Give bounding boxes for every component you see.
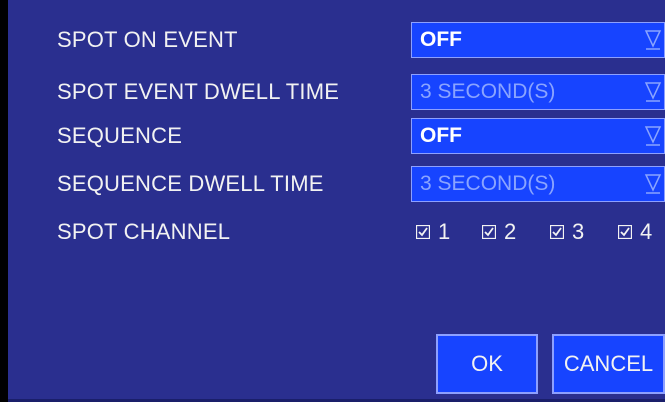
checkbox-checked-icon bbox=[550, 225, 564, 239]
channel-1-label: 1 bbox=[438, 219, 451, 244]
checkbox-checked-icon bbox=[618, 225, 632, 239]
spot-channel-label: SPOT CHANNEL bbox=[57, 219, 231, 244]
spot-event-dwell-time-label: SPOT EVENT DWELL TIME bbox=[57, 79, 340, 104]
dropdown-arrow-icon bbox=[644, 174, 662, 194]
channel-4-label: 4 bbox=[640, 219, 653, 244]
sequence-value: OFF bbox=[420, 124, 462, 147]
dropdown-arrow-icon bbox=[644, 82, 662, 102]
checkbox-checked-icon bbox=[482, 225, 496, 239]
dropdown-arrow-icon bbox=[644, 126, 662, 146]
dropdown-arrow-icon bbox=[644, 30, 662, 50]
spot-event-dwell-time-select[interactable]: 3 SECOND(S) bbox=[411, 74, 665, 110]
sequence-dwell-time-label: SEQUENCE DWELL TIME bbox=[57, 171, 324, 196]
sequence-dwell-time-value: 3 SECOND(S) bbox=[420, 172, 556, 195]
spot-event-dwell-time-value: 3 SECOND(S) bbox=[420, 80, 556, 103]
checkbox-checked-icon bbox=[416, 225, 430, 239]
spot-on-event-label: SPOT ON EVENT bbox=[57, 27, 238, 52]
row-spot-channel: SPOT CHANNEL 1 2 3 4 bbox=[8, 212, 665, 252]
sequence-dwell-time-select[interactable]: 3 SECOND(S) bbox=[411, 166, 665, 202]
channel-3-label: 3 bbox=[572, 219, 585, 244]
sequence-select[interactable]: OFF bbox=[411, 118, 665, 154]
row-spot-on-event: SPOT ON EVENT OFF bbox=[8, 20, 665, 60]
channel-2-label: 2 bbox=[504, 219, 517, 244]
spot-settings-panel: SPOT ON EVENT OFF SPOT EVENT DWELL TIME … bbox=[8, 0, 665, 402]
spot-on-event-value: OFF bbox=[420, 28, 462, 51]
row-sequence-dwell-time: SEQUENCE DWELL TIME 3 SECOND(S) bbox=[8, 164, 665, 204]
row-spot-event-dwell-time: SPOT EVENT DWELL TIME 3 SECOND(S) bbox=[8, 72, 665, 112]
ok-button[interactable]: OK bbox=[436, 334, 538, 394]
row-sequence: SEQUENCE OFF bbox=[8, 116, 665, 156]
sequence-label: SEQUENCE bbox=[57, 123, 183, 148]
spot-on-event-select[interactable]: OFF bbox=[411, 22, 665, 58]
cancel-button[interactable]: CANCEL bbox=[552, 334, 665, 394]
